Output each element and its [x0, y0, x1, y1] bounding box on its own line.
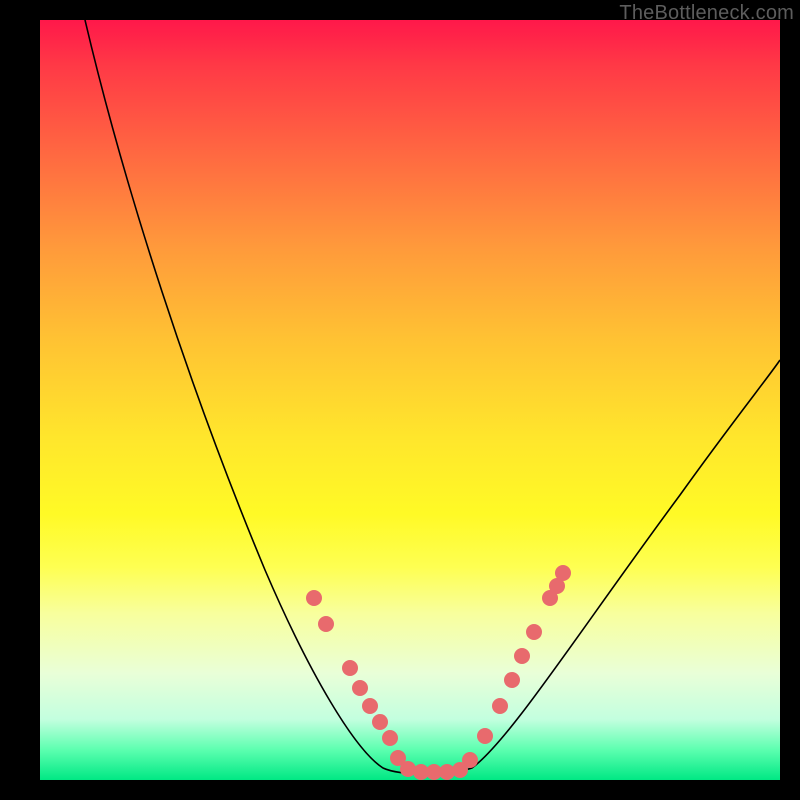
- data-point: [306, 590, 322, 606]
- chart-overlay: [40, 20, 780, 780]
- chart-frame: [40, 20, 780, 780]
- data-point: [462, 752, 478, 768]
- data-point: [362, 698, 378, 714]
- data-point: [504, 672, 520, 688]
- watermark-text: TheBottleneck.com: [619, 2, 794, 25]
- data-point: [342, 660, 358, 676]
- data-point: [492, 698, 508, 714]
- data-point: [477, 728, 493, 744]
- data-point: [318, 616, 334, 632]
- data-point: [526, 624, 542, 640]
- data-point: [555, 565, 571, 581]
- data-dots: [306, 565, 571, 780]
- data-point: [372, 714, 388, 730]
- data-point: [352, 680, 368, 696]
- data-point: [514, 648, 530, 664]
- data-point: [382, 730, 398, 746]
- bottleneck-curve: [85, 20, 780, 774]
